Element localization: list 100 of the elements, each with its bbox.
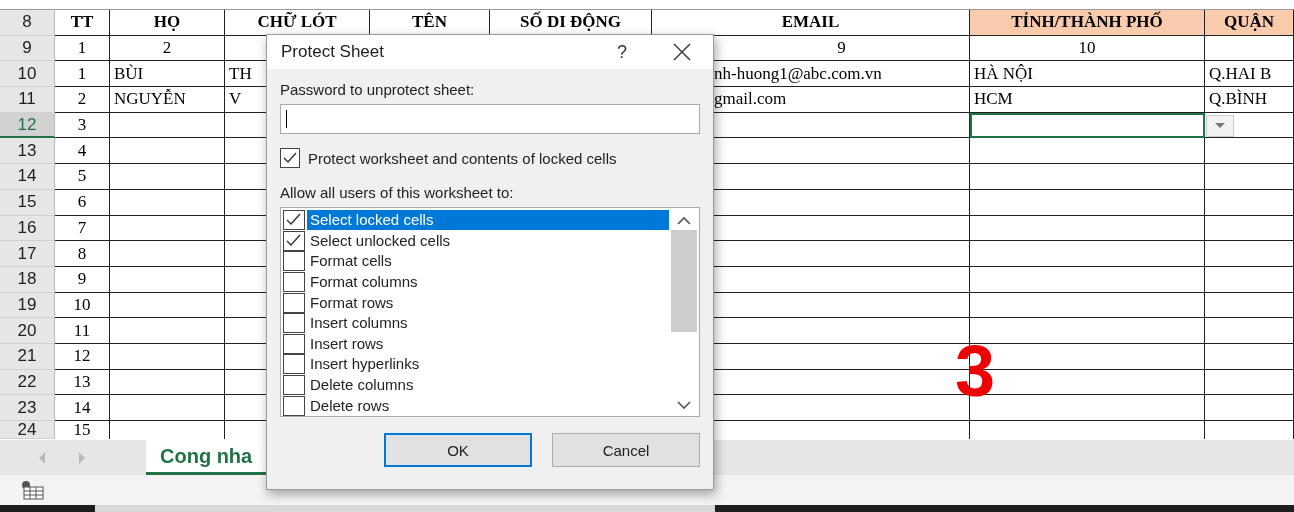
row-number[interactable]: 17 [0,241,55,267]
checkbox[interactable] [283,272,305,293]
row-number[interactable]: 18 [0,266,55,293]
table-cell[interactable]: 3 [55,112,110,139]
checkbox[interactable] [283,395,305,416]
table-cell[interactable]: 11 [55,318,110,344]
table-cell[interactable] [1205,241,1294,267]
row-number[interactable]: 22 [0,369,55,396]
cancel-button[interactable]: Cancel [552,433,700,467]
table-cell[interactable]: 10 [970,35,1205,62]
sheet-tab[interactable]: Cong nha [146,440,267,475]
row-number[interactable]: 13 [0,138,55,165]
table-cell[interactable] [1205,369,1294,396]
table-cell[interactable] [110,266,225,293]
scroll-up-icon[interactable] [677,216,691,226]
ok-button[interactable]: OK [384,433,532,467]
table-cell[interactable] [970,215,1205,242]
checkbox[interactable] [283,292,305,313]
list-item[interactable]: Delete columns [307,375,669,396]
row-number[interactable]: 19 [0,292,55,319]
list-item[interactable]: Insert columns [307,313,669,334]
close-icon[interactable] [673,43,691,61]
list-item[interactable]: Select locked cells [307,210,669,231]
table-cell[interactable] [110,292,225,319]
dropdown-button[interactable] [1206,114,1234,137]
table-cell[interactable]: 6 [55,189,110,216]
table-cell[interactable] [970,138,1205,165]
table-cell[interactable]: 4 [55,138,110,165]
table-cell[interactable] [110,318,225,344]
checkbox[interactable] [283,313,305,334]
table-cell[interactable] [1205,395,1294,421]
table-cell[interactable]: 5 [55,164,110,190]
table-cell[interactable]: 2 [55,87,110,113]
help-button[interactable]: ? [611,41,633,63]
table-cell[interactable] [970,292,1205,319]
table-cell[interactable] [1205,164,1294,190]
table-cell[interactable] [1205,266,1294,293]
table-cell[interactable]: NGUYỄN [110,87,225,113]
table-cell[interactable]: 8 [55,241,110,267]
list-item[interactable]: Format columns [307,272,669,293]
checkbox[interactable] [283,251,305,272]
table-cell[interactable]: Q.BÌNH [1205,87,1294,113]
table-cell[interactable] [1205,343,1294,370]
list-item[interactable]: Select unlocked cells [307,230,669,251]
table-cell[interactable]: Q.HAI B [1205,61,1294,88]
table-cell[interactable]: 15 [55,421,110,439]
table-cell[interactable] [1205,292,1294,319]
list-item[interactable]: Delete rows [307,395,669,416]
list-item[interactable]: Format cells [307,251,669,272]
row-number[interactable]: 10 [0,61,55,88]
table-cell[interactable]: 9 [55,266,110,293]
table-cell[interactable]: 10 [55,292,110,319]
table-cell[interactable] [1205,215,1294,242]
row-number[interactable]: 16 [0,215,55,242]
row-number[interactable]: 14 [0,164,55,190]
table-cell[interactable]: HÀ NỘI [970,61,1205,88]
checkbox[interactable] [283,230,305,251]
table-cell[interactable] [1205,138,1294,165]
table-cell[interactable]: 1 [55,61,110,88]
table-cell[interactable]: 2 [110,35,225,62]
table-cell[interactable] [110,112,225,139]
checkbox-label[interactable]: Protect worksheet and contents of locked cells [308,149,617,167]
table-cell[interactable] [110,215,225,242]
row-number[interactable]: 12 [0,112,55,139]
table-cell[interactable] [970,266,1205,293]
checkbox[interactable] [283,375,305,396]
row-number[interactable]: 11 [0,87,55,113]
table-cell[interactable] [970,318,1205,344]
scrollbar-thumb[interactable] [671,230,697,332]
list-item[interactable]: Format rows [307,292,669,313]
table-cell[interactable] [970,241,1205,267]
table-cell[interactable] [110,343,225,370]
row-number[interactable]: 24 [0,421,55,439]
table-cell[interactable] [110,189,225,216]
table-cell[interactable] [970,164,1205,190]
table-cell[interactable] [970,112,1205,139]
table-cell[interactable] [1205,189,1294,216]
row-number[interactable]: 15 [0,189,55,216]
list-item[interactable]: Insert rows [307,333,669,354]
table-cell[interactable] [1205,35,1294,62]
scroll-down-icon[interactable] [677,400,691,410]
checkbox[interactable] [280,148,300,168]
password-field[interactable] [280,104,700,134]
table-cell[interactable] [110,164,225,190]
table-cell[interactable] [1205,318,1294,344]
table-cell[interactable] [110,241,225,267]
table-cell[interactable]: 12 [55,343,110,370]
table-cell[interactable]: 13 [55,369,110,396]
row-number[interactable]: 21 [0,343,55,370]
table-cell[interactable]: HCM [970,87,1205,113]
table-cell[interactable] [110,369,225,396]
checkbox[interactable] [283,333,305,354]
table-cell[interactable] [970,189,1205,216]
table-cell[interactable]: 1 [55,35,110,62]
row-number[interactable]: 20 [0,318,55,344]
table-cell[interactable] [1205,112,1294,139]
row-number[interactable]: 8 [0,10,55,36]
list-item[interactable]: Insert hyperlinks [307,354,669,375]
table-cell[interactable]: 7 [55,215,110,242]
table-cell[interactable] [110,395,225,421]
